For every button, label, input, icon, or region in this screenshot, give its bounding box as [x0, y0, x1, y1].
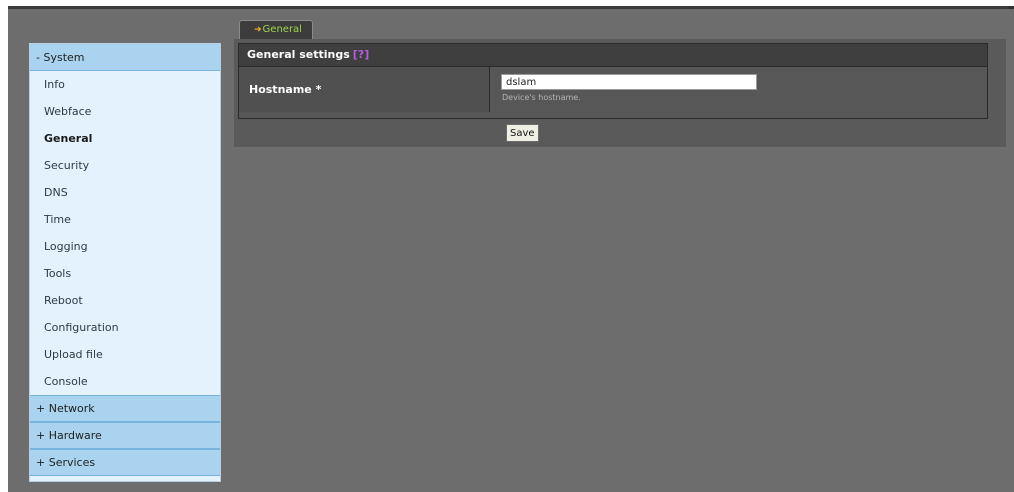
panel-header: General settings [?] [239, 44, 987, 67]
hostname-input[interactable] [501, 74, 757, 90]
sidebar-item-tools[interactable]: Tools [30, 260, 220, 287]
sidebar-item-dns[interactable]: DNS [30, 179, 220, 206]
sidebar-item-logging[interactable]: Logging [30, 233, 220, 260]
sidebar-category-network[interactable]: + Network [30, 395, 220, 422]
hostname-row: Hostname * Device's hostname. [239, 67, 987, 112]
sidebar: - System Info Webface General Security D… [29, 43, 221, 482]
sidebar-item-reboot[interactable]: Reboot [30, 287, 220, 314]
corner-mark: 8 [1008, 6, 1014, 12]
tab-bar: ➜General [239, 18, 313, 39]
sidebar-item-configuration[interactable]: Configuration [30, 314, 220, 341]
hostname-value-cell: Device's hostname. [489, 67, 987, 112]
hostname-label: Hostname * [239, 67, 489, 112]
hostname-hint: Device's hostname. [502, 93, 581, 102]
app-window: 8 ➜General - System Info Webface General… [8, 6, 1014, 492]
arrow-icon: ➜ [254, 25, 262, 35]
sidebar-item-security[interactable]: Security [30, 152, 220, 179]
tab-general[interactable]: ➜General [239, 20, 313, 39]
sidebar-item-webface[interactable]: Webface [30, 98, 220, 125]
tab-general-label: General [262, 24, 302, 35]
sidebar-category-hardware[interactable]: + Hardware [30, 422, 220, 449]
sidebar-item-console[interactable]: Console [30, 368, 220, 395]
help-link[interactable]: [?] [353, 48, 369, 61]
general-settings-panel: General settings[?] Hostname * Device's … [238, 43, 988, 119]
sidebar-category-system[interactable]: - System [30, 44, 220, 71]
sidebar-category-services[interactable]: + Services [30, 449, 220, 476]
save-button[interactable]: Save [506, 124, 539, 142]
sidebar-item-general[interactable]: General [30, 125, 220, 152]
sidebar-item-upload-file[interactable]: Upload file [30, 341, 220, 368]
sidebar-item-time[interactable]: Time [30, 206, 220, 233]
sidebar-item-info[interactable]: Info [30, 71, 220, 98]
panel-title: General settings [247, 48, 350, 61]
